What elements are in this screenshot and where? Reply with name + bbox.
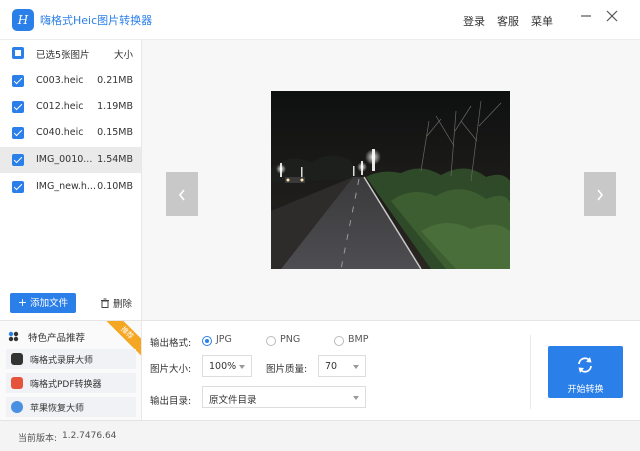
file-size: 0.15MB [97, 127, 133, 138]
output-dir-select[interactable]: 原文件目录 [202, 386, 366, 408]
refresh-icon [578, 357, 592, 373]
support-link[interactable]: 客服 [497, 13, 519, 29]
app-title: 嗨格式Heic图片转换器 [40, 14, 153, 27]
screen-recorder-icon [11, 353, 23, 365]
file-size: 0.10MB [97, 181, 133, 192]
file-name: C040.heic [36, 127, 84, 138]
format-png-label[interactable]: PNG [280, 334, 300, 345]
product-pdf-converter[interactable]: 嗨格式PDF转换器 [6, 373, 136, 393]
file-name: IMG_0010... [36, 154, 93, 165]
selected-count-label: 已选5张图片 [36, 50, 90, 61]
version-label: 当前版本: [18, 434, 58, 444]
delete-button[interactable]: 删除 [100, 296, 132, 310]
output-format-label: 输出格式: [150, 338, 192, 349]
file-row-selected[interactable]: IMG_0010... 1.54MB [0, 147, 141, 173]
add-file-button[interactable]: + 添加文件 [10, 293, 76, 313]
format-bmp-label[interactable]: BMP [348, 334, 368, 345]
app-logo: H [12, 9, 34, 31]
format-radio-png[interactable] [266, 336, 276, 346]
chevron-left-icon [178, 189, 185, 200]
product-recovery[interactable]: 苹果恢复大师 [6, 397, 136, 417]
start-convert-label: 开始转换 [567, 385, 604, 395]
chevron-down-icon [239, 365, 245, 369]
start-convert-button[interactable]: 开始转换 [548, 346, 623, 398]
divider [530, 335, 531, 409]
product-label: 苹果恢复大师 [30, 404, 85, 414]
image-size-select[interactable]: 100% [202, 355, 252, 377]
file-row[interactable]: C003.heic 0.21MB [0, 68, 141, 94]
version-value: 1.2.7476.64 [62, 431, 117, 441]
file-name: C003.heic [36, 75, 84, 86]
products-header-label: 特色产品推荐 [28, 333, 86, 344]
chevron-down-icon [353, 365, 359, 369]
select-all-checkbox[interactable] [12, 47, 24, 59]
image-size-value: 100% [209, 361, 237, 372]
file-checkbox[interactable] [12, 181, 24, 193]
preview-image [271, 91, 510, 269]
night-road-photo [271, 91, 510, 269]
file-name: C012.heic [36, 101, 84, 112]
prev-image-button[interactable] [166, 172, 198, 216]
file-checkbox[interactable] [12, 101, 24, 113]
title-bar: H 嗨格式Heic图片转换器 登录 客服 菜单 [0, 0, 640, 40]
output-dir-value: 原文件目录 [209, 395, 257, 406]
product-label: 嗨格式PDF转换器 [30, 380, 102, 390]
trash-icon [101, 298, 109, 308]
delete-label: 删除 [113, 299, 133, 310]
chevron-down-icon [353, 396, 359, 400]
file-size: 1.19MB [97, 101, 133, 112]
status-bar: 当前版本: 1.2.7476.64 [0, 420, 640, 451]
file-checkbox[interactable] [12, 154, 24, 166]
close-icon[interactable] [604, 10, 620, 28]
format-jpg-label[interactable]: JPG [216, 334, 232, 345]
file-row[interactable]: C040.heic 0.15MB [0, 120, 141, 146]
recovery-icon [11, 401, 23, 413]
format-radio-bmp[interactable] [334, 336, 344, 346]
plus-icon: + [17, 296, 28, 309]
file-size: 1.54MB [97, 154, 133, 165]
format-radio-jpg[interactable] [202, 336, 212, 346]
image-quality-value: 70 [325, 361, 338, 372]
file-checkbox[interactable] [12, 127, 24, 139]
file-list-header: 已选5张图片 大小 [0, 40, 141, 66]
product-screen-recorder[interactable]: 嗨格式录屏大师 [6, 349, 136, 369]
image-quality-select[interactable]: 70 [318, 355, 366, 377]
file-name: IMG_new.h... [36, 181, 96, 192]
next-image-button[interactable] [584, 172, 616, 216]
image-size-label: 图片大小: [150, 364, 192, 375]
add-file-label: 添加文件 [30, 298, 69, 309]
featured-products-panel: 推荐 特色产品推荐 嗨格式录屏大师 嗨格式PDF转换器 苹果恢复大师 [0, 320, 142, 420]
output-settings-panel: 输出格式: JPG PNG BMP 图片大小: 100% 图片质量: 70 输出… [142, 320, 640, 420]
minimize-icon[interactable] [578, 10, 594, 28]
file-size: 0.21MB [97, 75, 133, 86]
image-quality-label: 图片质量: [266, 364, 308, 375]
output-dir-label: 输出目录: [150, 396, 192, 407]
file-row[interactable]: IMG_new.h... 0.10MB [0, 174, 141, 200]
file-checkbox[interactable] [12, 75, 24, 87]
image-preview-area [142, 40, 640, 320]
file-row[interactable]: C012.heic 1.19MB [0, 94, 141, 120]
pdf-icon [11, 377, 23, 389]
size-column-header: 大小 [113, 50, 133, 61]
menu-link[interactable]: 菜单 [531, 13, 553, 29]
grid-apps-icon [8, 331, 19, 342]
chevron-right-icon [597, 189, 604, 200]
product-label: 嗨格式录屏大师 [30, 356, 94, 366]
login-link[interactable]: 登录 [463, 13, 485, 29]
file-list-panel: 已选5张图片 大小 C003.heic 0.21MB C012.heic 1.1… [0, 40, 142, 320]
products-header: 特色产品推荐 [8, 330, 85, 344]
